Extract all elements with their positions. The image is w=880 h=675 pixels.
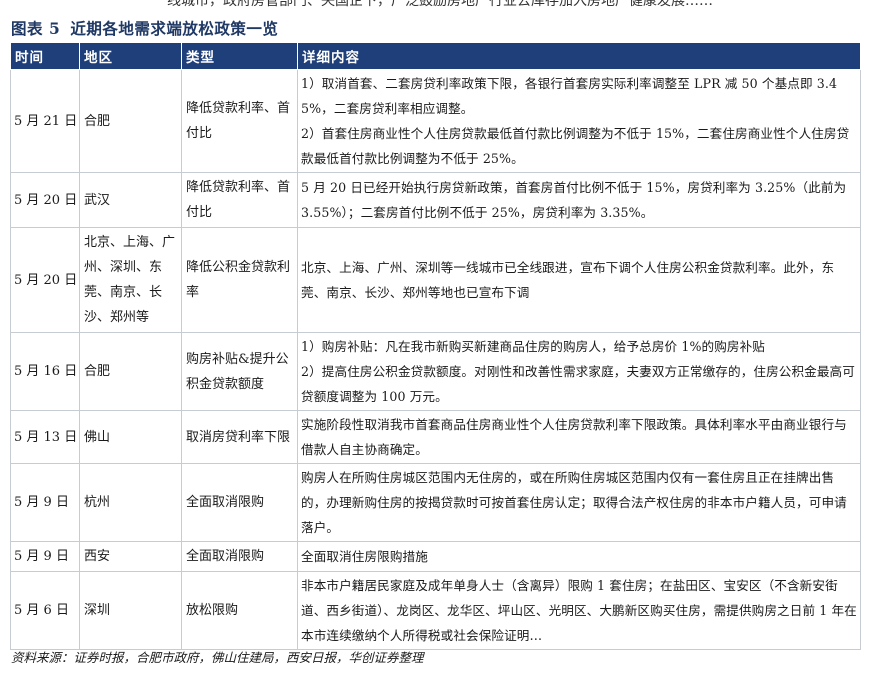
cell-date: 5 月 6 日 xyxy=(10,571,80,650)
cell-detail: 1）取消首套、二套房贷利率政策下限，各银行首套房实际利率调整至 LPR 减 50… xyxy=(297,69,861,173)
table-header: 时间 地区 类型 详细内容 xyxy=(10,42,861,70)
policy-table: 时间 地区 类型 详细内容 5 月 21 日合肥 降低贷款利率、首付比 1）取消首套… xyxy=(10,42,861,650)
table-row: 5 月 20 日北京、上海、广州、深圳、东莞、南京、长沙、郑州等 降低公积金贷款利… xyxy=(10,227,861,333)
cell-type: 全面取消限购 xyxy=(181,463,298,542)
source-note: 资料来源：证券时报，合肥市政府，佛山住建局，西安日报，华创证券整理 xyxy=(11,650,424,665)
table-body: 5 月 21 日合肥 降低贷款利率、首付比 1）取消首套、二套房贷利率政策下限，各银… xyxy=(10,69,861,650)
detail-paragraph: 北京、上海、广州、深圳等一线城市已全线跟进，宣布下调个人住房公积金贷款利率。此外… xyxy=(301,260,835,300)
figure-number: 5 xyxy=(49,19,61,38)
header-region: 地区 xyxy=(79,42,182,70)
cell-detail: 购房人在所购住房城区范围内无住房的，或在所购住房城区范围内仅有一套住房且正在挂牌… xyxy=(297,463,861,542)
cell-detail: 实施阶段性取消我市首套商品住房商业性个人住房贷款利率下限政策。具体利率水平由商业… xyxy=(297,410,861,464)
table-row: 5 月 21 日合肥 降低贷款利率、首付比 1）取消首套、二套房贷利率政策下限，各银… xyxy=(10,69,861,173)
cell-detail: 非本市户籍居民家庭及成年单身人士（含离异）限购 1 套住房；在盐田区、宝安区（不… xyxy=(297,571,861,650)
cell-detail: 北京、上海、广州、深圳等一线城市已全线跟进，宣布下调个人住房公积金贷款利率。此外… xyxy=(297,227,861,333)
table-header-row: 时间 地区 类型 详细内容 xyxy=(10,42,861,70)
cell-detail: 1）购房补贴：凡在我市新购买新建商品住房的购房人，给予总房价 1%的购房补贴 2）… xyxy=(297,332,861,411)
cell-type: 降低贷款利率、首付比 xyxy=(181,69,298,173)
figure-title: 图表 5 近期各地需求端放松政策一览 xyxy=(11,17,278,39)
table-row: 5 月 20 日武汉 降低贷款利率、首付比 5 月 20 日已经开始执行房贷新政策，… xyxy=(10,172,861,228)
figure-title-text: 近期各地需求端放松政策一览 xyxy=(70,19,279,38)
cell-region: 佛山 xyxy=(79,410,182,464)
cell-region: 北京、上海、广州、深圳、东莞、南京、长沙、郑州等 xyxy=(79,227,182,333)
detail-paragraph: 非本市户籍居民家庭及成年单身人士（含离异）限购 1 套住房；在盐田区、宝安区（不… xyxy=(301,578,857,643)
table-row: 5 月 6 日深圳 放松限购 非本市户籍居民家庭及成年单身人士（含离异）限购 1 套… xyxy=(10,571,861,650)
cell-region: 深圳 xyxy=(79,571,182,650)
detail-paragraph: 5 月 20 日已经开始执行房贷新政策，首套房首付比例不低于 15%，房贷利率为… xyxy=(301,180,847,220)
header-type: 类型 xyxy=(181,42,298,70)
detail-paragraph: 1）购房补贴：凡在我市新购买新建商品住房的购房人，给予总房价 1%的购房补贴 xyxy=(301,339,765,354)
cell-date: 5 月 20 日 xyxy=(10,172,80,228)
cell-region: 杭州 xyxy=(79,463,182,542)
cell-date: 5 月 16 日 xyxy=(10,332,80,411)
cell-region: 西安 xyxy=(79,541,182,572)
detail-paragraph: 2）首套住房商业性个人住房贷款最低首付款比例调整为不低于 15%，二套住房商业性… xyxy=(301,126,850,166)
cell-type: 降低公积金贷款利率 xyxy=(181,227,298,333)
header-date: 时间 xyxy=(10,42,80,70)
cell-date: 5 月 9 日 xyxy=(10,541,80,572)
cell-type: 降低贷款利率、首付比 xyxy=(181,172,298,228)
cell-date: 5 月 9 日 xyxy=(10,463,80,542)
detail-paragraph: 购房人在所购住房城区范围内无住房的，或在所购住房城区范围内仅有一套住房且正在挂牌… xyxy=(301,470,847,535)
header-detail: 详细内容 xyxy=(297,42,861,70)
table-row: 5 月 9 日杭州 全面取消限购 购房人在所购住房城区范围内无住房的，或在所购住房城… xyxy=(10,463,861,542)
table-row: 5 月 13 日佛山 取消房贷利率下限 实施阶段性取消我市首套商品住房商业性个人住房… xyxy=(10,410,861,464)
cell-region: 合肥 xyxy=(79,69,182,173)
cell-type: 购房补贴&提升公积金贷款额度 xyxy=(181,332,298,411)
cell-type: 取消房贷利率下限 xyxy=(181,410,298,464)
cell-detail: 5 月 20 日已经开始执行房贷新政策，首套房首付比例不低于 15%，房贷利率为… xyxy=(297,172,861,228)
cell-date: 5 月 21 日 xyxy=(10,69,80,173)
cell-region: 武汉 xyxy=(79,172,182,228)
table-row: 5 月 16 日合肥 购房补贴&提升公积金贷款额度 1）购房补贴：凡在我市新购买新建… xyxy=(10,332,861,411)
cell-date: 5 月 13 日 xyxy=(10,410,80,464)
detail-paragraph: 2）提高住房公积金贷款额度。对刚性和改善性需求家庭，夫妻双方正常缴存的，住房公积… xyxy=(301,364,855,404)
figure-label: 图表 xyxy=(11,19,44,38)
table-row: 5 月 9 日西安 全面取消限购 全面取消住房限购措施 xyxy=(10,541,861,572)
previous-text-fragment: 线城市，政府房管部门、央国企下，广泛鼓励房地产行业去库存加入房地产健康发展…… xyxy=(167,0,713,9)
detail-paragraph: 全面取消住房限购措施 xyxy=(301,549,428,564)
detail-paragraph: 1）取消首套、二套房贷利率政策下限，各银行首套房实际利率调整至 LPR 减 50… xyxy=(301,76,838,116)
detail-paragraph: 实施阶段性取消我市首套商品住房商业性个人住房贷款利率下限政策。具体利率水平由商业… xyxy=(301,417,847,457)
cell-date: 5 月 20 日 xyxy=(10,227,80,333)
cell-detail: 全面取消住房限购措施 xyxy=(297,541,861,572)
cell-region: 合肥 xyxy=(79,332,182,411)
cell-type: 放松限购 xyxy=(181,571,298,650)
cell-type: 全面取消限购 xyxy=(181,541,298,572)
